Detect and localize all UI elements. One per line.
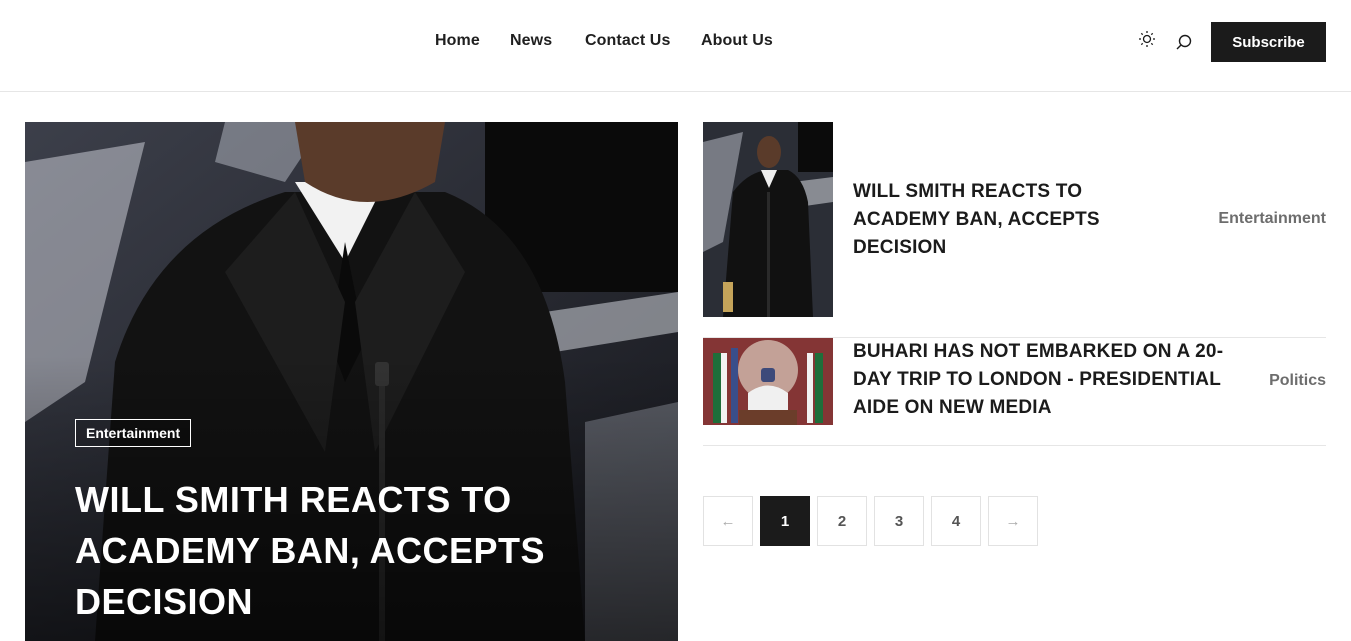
nav-about-us[interactable]: About Us — [701, 32, 773, 50]
post-title[interactable]: BUHARI HAS NOT EMBARKED ON A 20-DAY TRIP… — [853, 338, 1243, 422]
list-item: WILL SMITH REACTS TO ACADEMY BAN, ACCEPT… — [703, 122, 1326, 318]
post-thumbnail[interactable] — [703, 338, 833, 425]
nav-home[interactable]: Home — [435, 32, 480, 50]
post-thumbnail[interactable] — [703, 122, 833, 317]
pagination-page-2[interactable]: 2 — [817, 496, 867, 546]
sun-icon[interactable] — [1136, 28, 1158, 50]
divider — [703, 445, 1326, 446]
featured-post[interactable]: Entertainment WILL SMITH REACTS TO ACADE… — [25, 122, 678, 641]
post-title[interactable]: WILL SMITH REACTS TO ACADEMY BAN, ACCEPT… — [853, 178, 1153, 262]
pagination-next-button[interactable]: → — [988, 496, 1038, 546]
site-header: Home News Contact Us About Us Subscribe — [0, 0, 1351, 92]
nav-news[interactable]: News — [510, 32, 552, 50]
pagination-page-1[interactable]: 1 — [760, 496, 810, 546]
hero-title[interactable]: WILL SMITH REACTS TO ACADEMY BAN, ACCEPT… — [75, 474, 595, 627]
pagination-prev-button[interactable]: ← — [703, 496, 753, 546]
nav-contact-us[interactable]: Contact Us — [585, 32, 670, 50]
pagination-page-3[interactable]: 3 — [874, 496, 924, 546]
pagination-page-4[interactable]: 4 — [931, 496, 981, 546]
subscribe-button[interactable]: Subscribe — [1211, 22, 1326, 62]
post-category[interactable]: Politics — [1269, 372, 1326, 390]
post-category[interactable]: Entertainment — [1218, 210, 1326, 228]
hero-category-badge[interactable]: Entertainment — [75, 419, 192, 447]
search-icon[interactable] — [1173, 31, 1195, 53]
list-item: BUHARI HAS NOT EMBARKED ON A 20-DAY TRIP… — [703, 338, 1326, 428]
